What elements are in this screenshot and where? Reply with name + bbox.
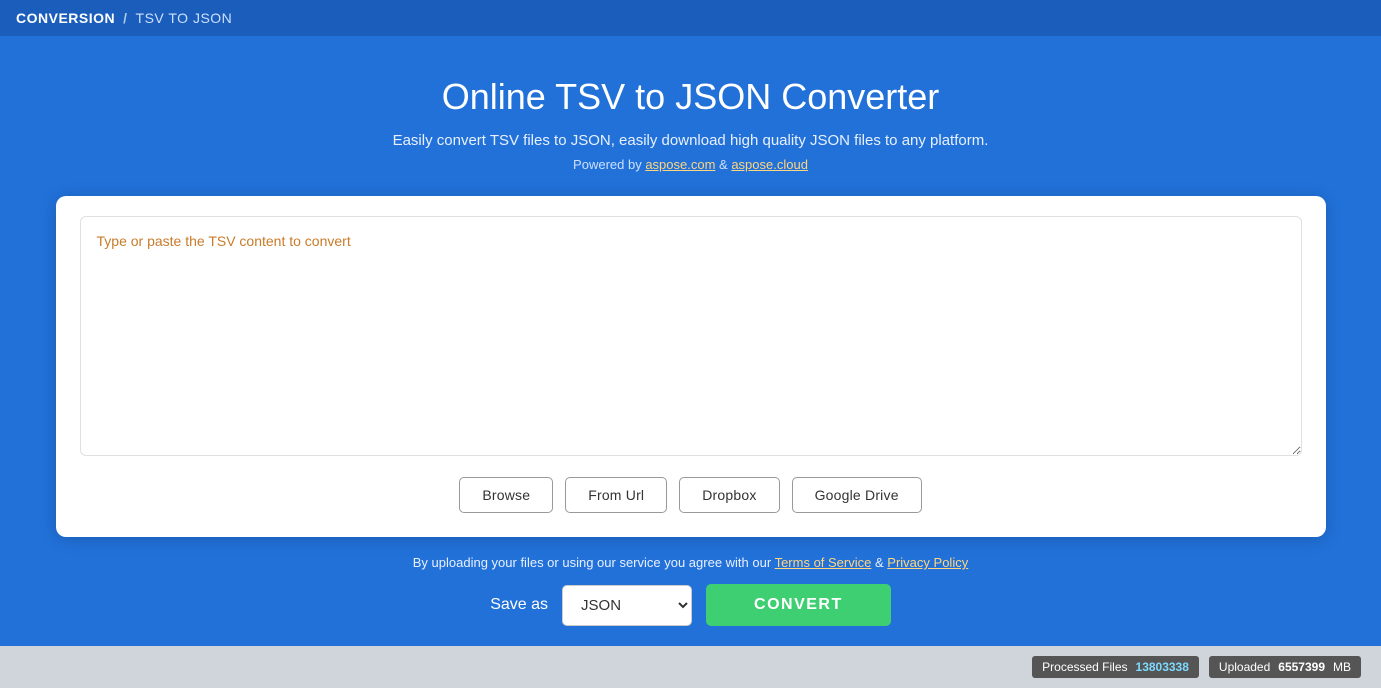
- processed-files-stat: Processed Files 13803338: [1032, 656, 1199, 678]
- convert-button[interactable]: CONVERT: [706, 584, 891, 626]
- save-row: Save as JSON CSV XML HTML XLSX CONVERT: [490, 584, 891, 626]
- subtitle: Easily convert TSV files to JSON, easily…: [393, 132, 989, 149]
- terms-of-service-link[interactable]: Terms of Service: [775, 555, 872, 570]
- file-button-row: Browse From Url Dropbox Google Drive: [80, 477, 1302, 513]
- processed-files-label: Processed Files: [1042, 660, 1127, 674]
- converter-card: Browse From Url Dropbox Google Drive: [56, 196, 1326, 537]
- privacy-policy-link[interactable]: Privacy Policy: [887, 555, 968, 570]
- tsv-content-input[interactable]: [80, 216, 1302, 456]
- uploaded-value: 6557399: [1278, 660, 1325, 674]
- breadcrumb-sub: TSV TO JSON: [136, 10, 233, 26]
- main-content: Online TSV to JSON Converter Easily conv…: [0, 36, 1381, 646]
- breadcrumb-separator: /: [123, 10, 127, 26]
- uploaded-unit: MB: [1333, 660, 1351, 674]
- uploaded-label: Uploaded: [1219, 660, 1270, 674]
- aspose-cloud-link[interactable]: aspose.cloud: [731, 157, 808, 172]
- dropbox-button[interactable]: Dropbox: [679, 477, 779, 513]
- aspose-com-link[interactable]: aspose.com: [645, 157, 715, 172]
- textarea-wrapper: [80, 216, 1302, 461]
- top-bar: CONVERSION / TSV TO JSON: [0, 0, 1381, 36]
- breadcrumb-main[interactable]: CONVERSION: [16, 10, 115, 26]
- powered-by-amp: &: [719, 157, 731, 172]
- below-card: By uploading your files or using our ser…: [56, 555, 1326, 626]
- terms-prefix: By uploading your files or using our ser…: [413, 555, 775, 570]
- google-drive-button[interactable]: Google Drive: [792, 477, 922, 513]
- processed-files-value: 13803338: [1136, 660, 1189, 674]
- breadcrumb: CONVERSION / TSV TO JSON: [16, 10, 232, 26]
- powered-by: Powered by aspose.com & aspose.cloud: [573, 157, 808, 172]
- uploaded-stat: Uploaded 6557399 MB: [1209, 656, 1361, 678]
- format-select[interactable]: JSON CSV XML HTML XLSX: [562, 585, 692, 626]
- from-url-button[interactable]: From Url: [565, 477, 667, 513]
- terms-text: By uploading your files or using our ser…: [413, 555, 968, 570]
- save-as-label: Save as: [490, 596, 548, 614]
- powered-by-prefix: Powered by: [573, 157, 645, 172]
- terms-amp: &: [875, 555, 887, 570]
- page-title: Online TSV to JSON Converter: [442, 76, 940, 118]
- browse-button[interactable]: Browse: [459, 477, 553, 513]
